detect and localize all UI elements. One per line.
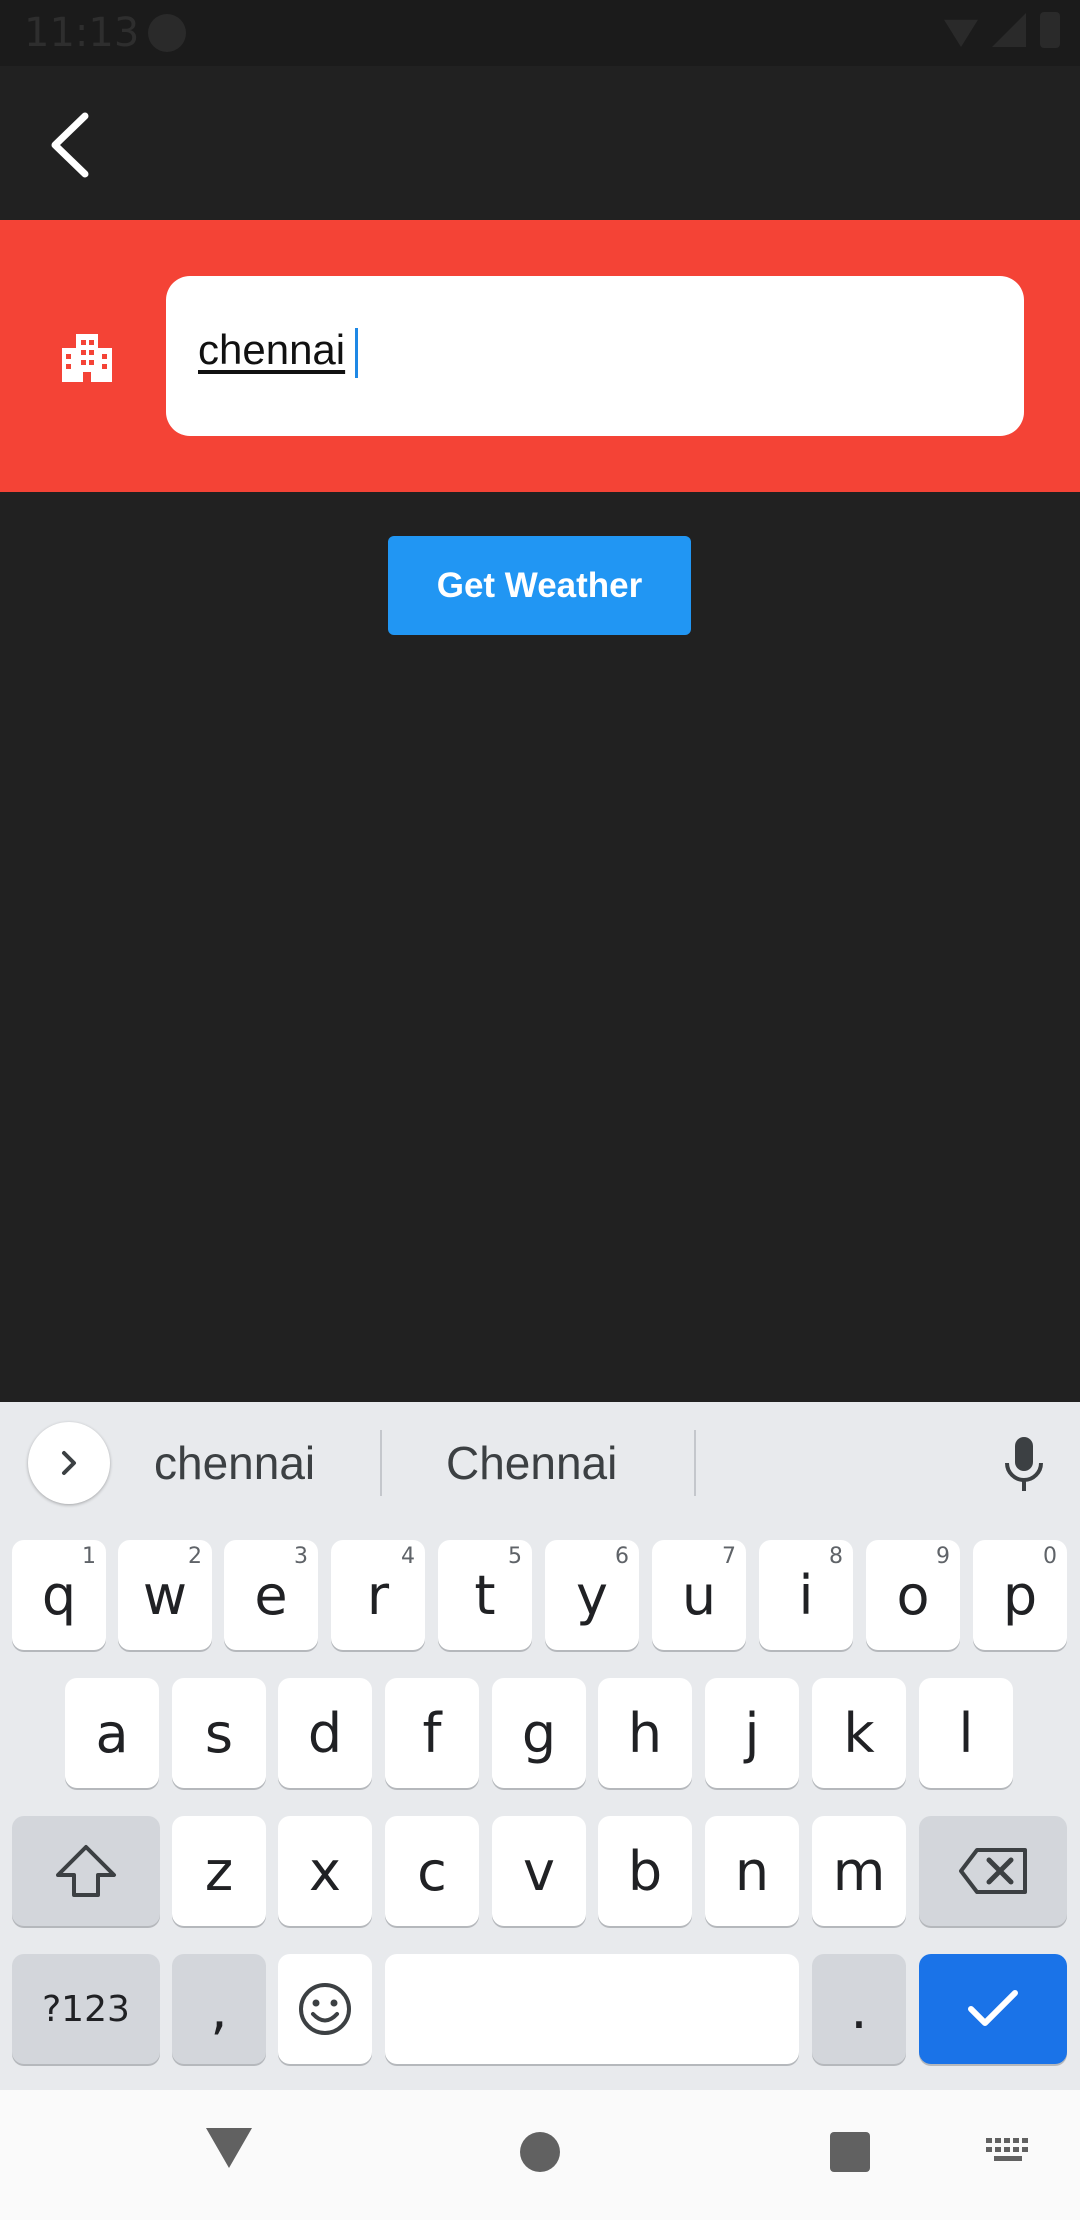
key-hint: 7	[722, 1544, 736, 1569]
key-hint: 2	[188, 1544, 202, 1569]
key-hint: 9	[936, 1544, 950, 1569]
key-a[interactable]: a	[65, 1678, 159, 1788]
get-weather-button[interactable]: Get Weather	[388, 536, 691, 635]
key-n[interactable]: n	[705, 1816, 799, 1926]
key-q[interactable]: q1	[12, 1540, 106, 1650]
key-label: r	[366, 1563, 390, 1627]
key-j[interactable]: j	[705, 1678, 799, 1788]
key-hint: 0	[1043, 1544, 1057, 1569]
wifi-icon	[944, 19, 978, 47]
soft-keyboard: chennai Chennai q1 w2 e3 r4 t5 y6 u7 i8 …	[0, 1402, 1080, 2090]
city-search-input[interactable]: chennai	[166, 276, 1024, 436]
key-w[interactable]: w2	[118, 1540, 212, 1650]
system-nav-bar	[0, 2090, 1080, 2220]
keyboard-switch-icon[interactable]	[986, 2138, 1030, 2164]
status-time: 11:13	[24, 10, 140, 56]
suggestion-2[interactable]: Chennai	[446, 1436, 617, 1490]
city-icon	[62, 334, 112, 382]
key-label: e	[254, 1563, 288, 1627]
status-bar: 11:13	[0, 0, 1080, 66]
key-m[interactable]: m	[812, 1816, 906, 1926]
suggestion-1[interactable]: chennai	[154, 1436, 315, 1490]
emoji-key[interactable]	[278, 1954, 372, 2064]
battery-icon	[1040, 12, 1060, 48]
emoji-icon	[299, 1983, 351, 2035]
text-cursor	[355, 328, 358, 378]
suggestion-divider	[694, 1430, 696, 1496]
key-p[interactable]: p0	[973, 1540, 1067, 1650]
key-hint: 6	[615, 1544, 629, 1569]
key-label: o	[896, 1563, 930, 1627]
voice-input-button[interactable]	[996, 1432, 1052, 1498]
key-hint: 1	[82, 1544, 96, 1569]
enter-key[interactable]	[919, 1954, 1067, 2064]
key-c[interactable]: c	[385, 1816, 479, 1926]
key-v[interactable]: v	[492, 1816, 586, 1926]
key-label: p	[1002, 1563, 1038, 1627]
key-g[interactable]: g	[492, 1678, 586, 1788]
backspace-icon	[959, 1848, 1027, 1894]
notification-icon	[148, 14, 186, 52]
chevron-right-icon	[62, 1451, 76, 1475]
key-i[interactable]: i8	[759, 1540, 853, 1650]
key-t[interactable]: t5	[438, 1540, 532, 1650]
suggestion-bar: chennai Chennai	[0, 1402, 1080, 1532]
key-l[interactable]: l	[919, 1678, 1013, 1788]
key-r[interactable]: r4	[331, 1540, 425, 1650]
key-y[interactable]: y6	[545, 1540, 639, 1650]
key-u[interactable]: u7	[652, 1540, 746, 1650]
shift-icon	[56, 1845, 116, 1897]
home-circle-icon[interactable]	[520, 2132, 560, 2172]
expand-suggestions-button[interactable]	[28, 1422, 110, 1504]
key-k[interactable]: k	[812, 1678, 906, 1788]
comma-key[interactable]: ,	[172, 1954, 266, 2064]
recents-square-icon[interactable]	[830, 2132, 870, 2172]
city-input-value: chennai	[198, 326, 346, 373]
suggestion-divider	[380, 1430, 382, 1496]
key-d[interactable]: d	[278, 1678, 372, 1788]
app-bar	[0, 66, 1080, 220]
key-hint: 8	[829, 1544, 843, 1569]
key-hint: 5	[508, 1544, 522, 1569]
back-button[interactable]	[20, 100, 120, 190]
key-label: t	[474, 1563, 496, 1627]
key-label: w	[142, 1563, 188, 1627]
key-hint: 3	[294, 1544, 308, 1569]
signal-icon	[992, 13, 1026, 47]
key-b[interactable]: b	[598, 1816, 692, 1926]
status-icons	[944, 12, 1060, 48]
key-label: u	[681, 1563, 717, 1627]
key-f[interactable]: f	[385, 1678, 479, 1788]
key-o[interactable]: o9	[866, 1540, 960, 1650]
key-z[interactable]: z	[172, 1816, 266, 1926]
key-label: y	[576, 1563, 608, 1627]
check-icon	[968, 1990, 1018, 2026]
key-label: q	[41, 1563, 77, 1627]
key-label: i	[798, 1563, 814, 1627]
key-h[interactable]: h	[598, 1678, 692, 1788]
symbols-key[interactable]: ?123	[12, 1954, 160, 2064]
key-e[interactable]: e3	[224, 1540, 318, 1650]
period-key[interactable]: .	[812, 1954, 906, 2064]
shift-key[interactable]	[12, 1816, 160, 1926]
key-s[interactable]: s	[172, 1678, 266, 1788]
mic-icon	[1005, 1437, 1043, 1491]
backspace-key[interactable]	[919, 1816, 1067, 1926]
back-triangle-icon[interactable]	[206, 2128, 252, 2168]
space-key[interactable]	[385, 1954, 799, 2064]
key-hint: 4	[401, 1544, 415, 1569]
arrow-back-icon	[51, 112, 89, 178]
key-x[interactable]: x	[278, 1816, 372, 1926]
search-section: chennai	[0, 220, 1080, 492]
